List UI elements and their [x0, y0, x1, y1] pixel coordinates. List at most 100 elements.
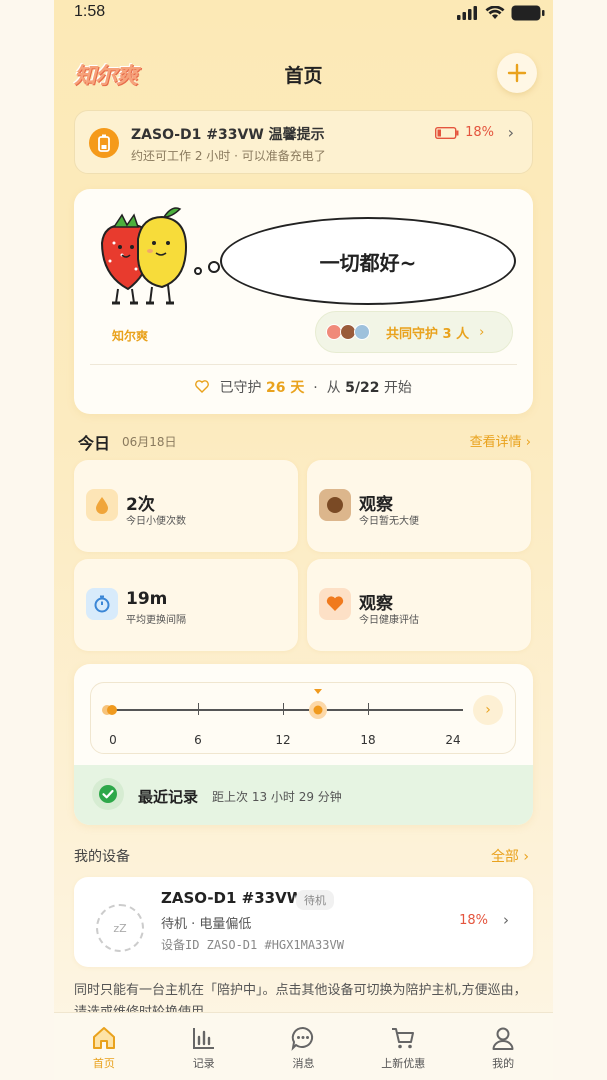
timeline-card: › 0 6 12 18 24 最近记录 距上次 13 小时 29 分钟: [74, 664, 533, 825]
chevron-right-icon: ›: [503, 911, 509, 929]
co-guard-label: 共同守护 3 人: [386, 326, 470, 342]
user-icon: [492, 1027, 514, 1050]
add-button[interactable]: [497, 53, 537, 93]
app-screen: 1:58 知尔爽 首页 ZASO-D1 #33VW 温馨提示 约还可工作 2 小…: [54, 0, 553, 1080]
battery-percent: 18%: [465, 125, 494, 140]
tab-label: 首页: [92, 1057, 115, 1070]
stat-label: 平均更换间隔: [126, 615, 186, 626]
timer-icon: [86, 588, 118, 620]
from-prefix: 从: [326, 380, 341, 396]
battery-alert-title: ZASO-D1 #33VW 温馨提示: [131, 127, 325, 143]
mascot-label: 知尔爽: [112, 329, 149, 343]
avatar: [354, 324, 370, 340]
timeline-next-button[interactable]: ›: [473, 695, 503, 725]
timeline-tick-label: 12: [275, 733, 291, 747]
page-title: 首页: [284, 65, 323, 87]
timeline-tick-label: 0: [109, 733, 117, 747]
battery-status-icon: [511, 5, 545, 21]
check-circle-icon: [92, 778, 124, 810]
heart-outline-icon: [195, 380, 210, 393]
separator: ·: [313, 380, 318, 396]
tab-label: 消息: [292, 1057, 315, 1070]
timeline-tick-label: 6: [194, 733, 202, 747]
tab-label: 我的: [492, 1057, 515, 1070]
stat-label: 今日暂无大便: [359, 516, 419, 527]
recent-record-bar[interactable]: 最近记录 距上次 13 小时 29 分钟: [74, 765, 533, 825]
divider: [90, 364, 517, 365]
stat-card-health[interactable]: 观察 今日健康评估: [307, 559, 531, 651]
droplet-icon: [86, 489, 118, 521]
view-all-label: 全部: [490, 849, 519, 865]
tab-deals[interactable]: 上新优惠: [353, 1013, 453, 1080]
days-value: 26 天: [266, 380, 305, 396]
timeline-axis: [113, 709, 463, 711]
home-icon: [92, 1027, 115, 1049]
chevron-right-icon: ›: [479, 324, 485, 340]
wifi-icon: [485, 6, 505, 19]
device-sleep-avatar: zZ: [96, 904, 144, 952]
today-title: 今日: [78, 434, 111, 453]
message-icon: [291, 1026, 314, 1051]
recent-record-title: 最近记录: [138, 788, 199, 806]
from-suffix: 开始: [383, 380, 412, 396]
guard-days-summary: 已守护 26 天 · 从 5/22 开始: [74, 377, 533, 397]
devices-header: 我的设备 全部 ›: [74, 846, 533, 866]
tab-label: 记录: [192, 1057, 215, 1070]
speech-text: 一切都好~: [319, 250, 417, 275]
device-battery-percent: 18%: [459, 913, 488, 928]
battery-alert-subtitle: 约还可工作 2 小时 · 可以准备充电了: [131, 149, 326, 163]
device-card[interactable]: zZ ZASO-D1 #33VW 待机 待机 · 电量偏低 设备ID ZASO-…: [74, 877, 533, 967]
status-bar: 1:58: [54, 0, 553, 28]
stat-label: 今日健康评估: [359, 615, 419, 626]
tab-profile[interactable]: 我的: [453, 1013, 553, 1080]
battery-alert-card[interactable]: ZASO-D1 #33VW 温馨提示 约还可工作 2 小时 · 可以准备充电了 …: [74, 110, 533, 174]
current-time-marker: [308, 689, 328, 723]
co-guard-button[interactable]: 共同守护 3 人 ›: [315, 311, 513, 353]
thought-dot-large: [208, 261, 220, 273]
tab-label: 上新优惠: [381, 1057, 426, 1070]
speech-bubble: 一切都好~: [220, 217, 516, 305]
app-header: 知尔爽 首页: [54, 48, 553, 98]
tab-home[interactable]: 首页: [54, 1013, 154, 1080]
stat-card-stool[interactable]: 观察 今日暂无大便: [307, 460, 531, 552]
stat-card-urination[interactable]: 2次 今日小便次数: [74, 460, 298, 552]
device-status-badge: 待机: [296, 890, 334, 910]
cart-icon: [392, 1028, 415, 1049]
status-time: 1:58: [74, 3, 106, 20]
stool-icon: [319, 489, 351, 521]
stat-label: 今日小便次数: [126, 516, 186, 527]
tab-messages[interactable]: 消息: [254, 1013, 354, 1080]
battery-level: 18%: [435, 125, 494, 140]
device-id: 设备ID ZASO-D1 #HGX1MA33VW: [161, 938, 344, 952]
timeline-tick: [368, 703, 369, 715]
thought-dot-small: [194, 267, 202, 275]
battery-warning-icon: [89, 128, 119, 158]
right-backdrop: [553, 0, 607, 1080]
timeline-track[interactable]: › 0 6 12 18 24: [90, 682, 516, 754]
timeline-tick-label: 18: [360, 733, 376, 747]
today-date: 06月18日: [122, 435, 177, 449]
left-backdrop: [0, 0, 54, 1080]
chart-icon: [192, 1028, 214, 1049]
chevron-right-icon: ›: [507, 123, 514, 142]
status-icons: [457, 5, 545, 21]
mascot-illustration: [100, 207, 188, 305]
timeline-tick: [283, 703, 284, 715]
timeline-start-marker: [102, 705, 117, 715]
heart-icon: [319, 588, 351, 620]
device-state: 待机 · 电量偏低: [161, 917, 252, 932]
timeline-tick: [198, 703, 199, 715]
view-all-devices-link[interactable]: 全部 ›: [491, 846, 529, 866]
low-battery-icon: [435, 126, 459, 139]
stat-card-interval[interactable]: 19m 平均更换间隔: [74, 559, 298, 651]
view-details-label: 查看详情: [469, 435, 522, 450]
days-prefix: 已守护: [219, 380, 262, 396]
from-date: 5/22: [345, 380, 380, 396]
tab-records[interactable]: 记录: [154, 1013, 254, 1080]
guard-card: 知尔爽 一切都好~ 共同守护 3 人 › 已守护 26 天 · 从 5/22 开…: [74, 189, 533, 414]
view-details-link[interactable]: 查看详情 ›: [470, 431, 531, 450]
device-name: ZASO-D1 #33VW: [161, 889, 304, 907]
devices-title: 我的设备: [74, 849, 130, 865]
bottom-tab-bar: 首页 记录 消息 上新优惠 我的: [54, 1012, 553, 1080]
stat-value: 19m: [126, 589, 168, 609]
